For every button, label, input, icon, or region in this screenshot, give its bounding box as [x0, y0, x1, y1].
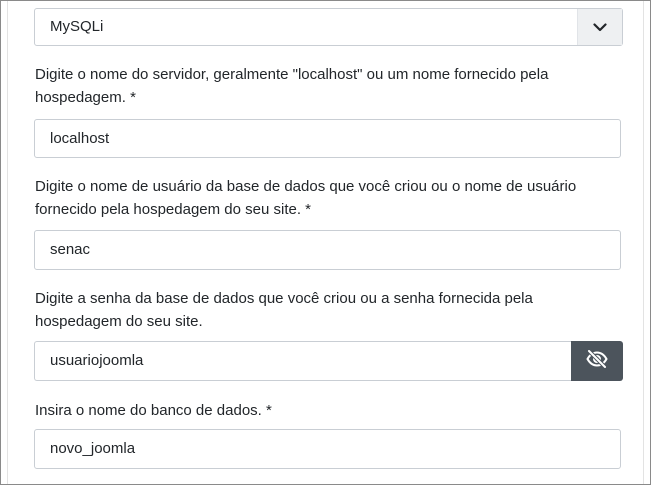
host-input[interactable]: localhost [34, 119, 621, 158]
left-divider [7, 1, 8, 484]
db-password-label: Digite a senha da base de dados que você… [35, 290, 533, 330]
db-password-group: usuariojoomla [34, 341, 623, 381]
db-password-input[interactable]: usuariojoomla [34, 341, 572, 381]
db-user-input[interactable]: senac [34, 230, 621, 270]
host-label: Digite o nome do servidor, geralmente "l… [35, 66, 549, 106]
eye-slash-icon [586, 349, 608, 373]
database-type-select[interactable]: MySQLi [34, 8, 623, 46]
password-visibility-toggle-button[interactable] [571, 341, 623, 381]
db-user-label: Digite o nome de usuário da base de dado… [35, 178, 577, 218]
chevron-down-icon[interactable] [577, 9, 622, 45]
database-type-value: MySQLi [50, 18, 104, 35]
db-name-label: Insira o nome do banco de dados. * [35, 402, 272, 419]
database-config-form: MySQLi Digite o nome do servidor, geralm… [0, 0, 651, 485]
db-name-input[interactable]: novo_joomla [34, 429, 621, 469]
right-divider [643, 1, 644, 484]
